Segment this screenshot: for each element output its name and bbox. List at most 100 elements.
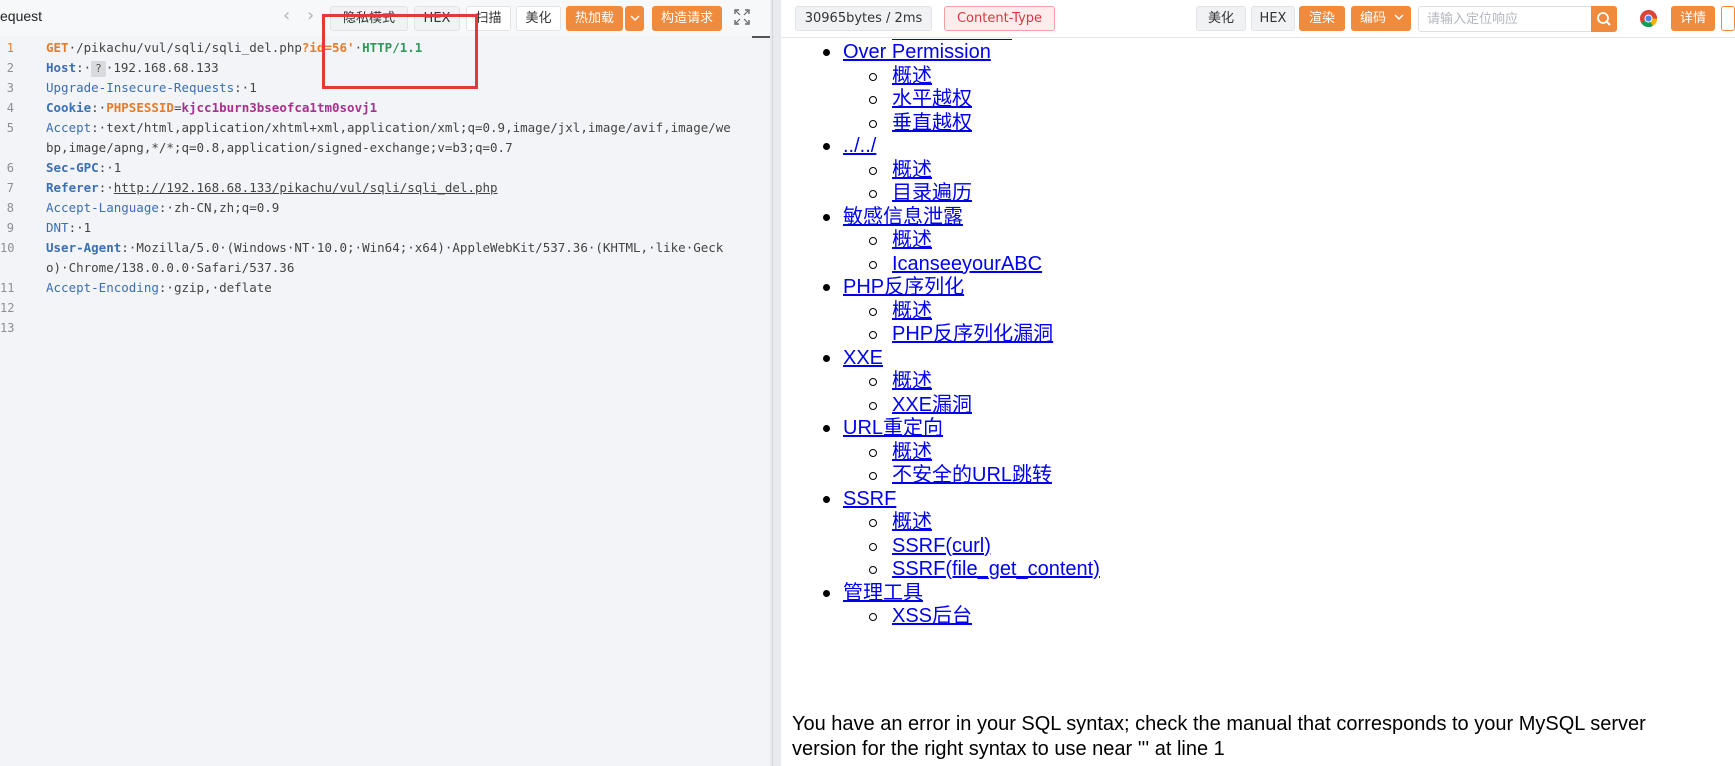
- bullet-dot: [823, 589, 830, 597]
- code-token: :·1: [98, 160, 122, 175]
- code-token: Accept-Encoding: [46, 280, 159, 295]
- code-token: http://192.168.68.133/pikachu/vul/sqli/s…: [113, 180, 498, 195]
- code-token: :·: [76, 60, 92, 75]
- bullet-circle: [869, 166, 877, 175]
- code-token: Accept-Language: [46, 200, 159, 215]
- line-number: 4: [6, 101, 14, 115]
- submenu-link[interactable]: 目录遍历: [892, 181, 972, 205]
- line-number: 8: [6, 201, 14, 215]
- code-line[interactable]: 6 Sec-GPC:·1: [0, 158, 752, 178]
- bullet-circle: [869, 307, 877, 316]
- code-token: :·gzip,·deflate: [158, 280, 272, 295]
- locate-response-input[interactable]: [1418, 6, 1591, 32]
- chevron-right-icon[interactable]: ›: [307, 6, 314, 26]
- submenu-link[interactable]: SSRF(curl): [892, 534, 991, 558]
- code-line-text: User-Agent:·Mozilla/5.0·(Windows·NT·10.0…: [46, 238, 736, 278]
- bullet-dot: [823, 495, 830, 503]
- code-line[interactable]: 8 Accept-Language:·zh-CN,zh;q=0.9: [0, 198, 752, 218]
- line-number: 7: [6, 181, 14, 195]
- menu-link[interactable]: ../../: [843, 134, 876, 158]
- code-token: Sec-GPC: [46, 160, 99, 175]
- menu-link[interactable]: XXE: [843, 346, 883, 370]
- line-number: 3: [6, 81, 14, 95]
- code-line[interactable]: 10 User-Agent:·Mozilla/5.0·(Windows·NT·10…: [0, 238, 752, 278]
- code-line[interactable]: 13: [0, 318, 752, 338]
- code-line[interactable]: 5 Accept:·text/html,application/xhtml+xml…: [0, 118, 752, 158]
- submenu-link[interactable]: 垂直越权: [892, 111, 972, 135]
- code-token: DNT: [46, 220, 69, 235]
- code-token: :·text/html,application/xhtml+xml,applic…: [46, 120, 731, 155]
- code-token: Referer: [46, 180, 99, 195]
- menu-link[interactable]: URL重定向: [843, 416, 943, 440]
- chevron-left-icon[interactable]: ‹: [283, 6, 290, 26]
- submenu-link[interactable]: 概述: [892, 510, 932, 534]
- code-token: :·1: [234, 80, 257, 95]
- code-line[interactable]: 11 Accept-Encoding:·gzip,·deflate: [0, 278, 752, 298]
- build-request-button[interactable]: 构造请求: [652, 6, 722, 31]
- response-pane: 30965bytes / 2ms Content-Type 美化 HEX 渲染 …: [781, 0, 1735, 766]
- code-line[interactable]: 7 Referer:·http://192.168.68.133/pikachu/…: [0, 178, 752, 198]
- search-button[interactable]: [1591, 6, 1617, 32]
- bullet-circle: [869, 378, 877, 386]
- submenu-link[interactable]: XSS后台: [892, 604, 972, 628]
- code-token: :·: [91, 100, 107, 115]
- submenu-link[interactable]: SSRF(file_get_content): [892, 557, 1100, 581]
- render-button[interactable]: 渲染: [1299, 6, 1345, 31]
- menu-link[interactable]: 管理工具: [843, 581, 923, 605]
- code-token: :·zh-CN,zh;q=0.9: [158, 200, 280, 215]
- code-line[interactable]: 4 Cookie:·PHPSESSID=kjcc1burn3bseofca1tm0…: [0, 98, 752, 118]
- submenu-link[interactable]: 概述: [892, 369, 932, 393]
- details-button[interactable]: 详情: [1671, 6, 1715, 31]
- encode-dropdown[interactable]: 编码: [1351, 6, 1411, 31]
- submenu-link[interactable]: PHP反序列化漏洞: [892, 322, 1053, 346]
- bullet-dot: [823, 284, 830, 291]
- submenu-link[interactable]: 概述: [892, 299, 932, 323]
- editor-scrollbar[interactable]: [752, 36, 770, 38]
- response-hex-button[interactable]: HEX: [1251, 6, 1295, 31]
- bullet-circle: [869, 448, 877, 457]
- bullet-dot: [823, 143, 830, 150]
- line-number: 2: [6, 61, 14, 75]
- submenu-link[interactable]: 不安全的URL跳转: [892, 463, 1052, 487]
- response-size-badge: 30965bytes / 2ms: [795, 6, 932, 31]
- chrome-icon[interactable]: [1639, 9, 1658, 28]
- code-token: kjcc1burn3bseofca1tm0sovj1: [181, 100, 378, 115]
- code-line[interactable]: 9 DNT:·1: [0, 218, 752, 238]
- hot-load-button[interactable]: 热加载: [566, 6, 623, 31]
- code-line[interactable]: 12: [0, 298, 752, 318]
- request-pane-title: equest: [0, 8, 43, 24]
- sql-error-message: You have an error in your SQL syntax; ch…: [792, 713, 1646, 760]
- submenu-link[interactable]: XXE漏洞: [892, 393, 972, 417]
- code-token: GET: [46, 40, 69, 55]
- bullet-circle: [869, 331, 877, 339]
- submenu-link[interactable]: IcanseeyourABC: [892, 252, 1042, 276]
- code-line-text: Accept-Encoding:·gzip,·deflate: [46, 278, 736, 298]
- code-token: Host: [46, 60, 77, 75]
- line-number: 5: [6, 121, 14, 135]
- menu-link[interactable]: Over Permission: [843, 40, 991, 64]
- submenu-link[interactable]: 概述: [892, 64, 932, 88]
- bullet-circle: [869, 190, 877, 198]
- submenu-link[interactable]: 水平越权: [892, 87, 972, 111]
- menu-link[interactable]: PHP反序列化: [843, 275, 964, 299]
- menu-link[interactable]: SSRF: [843, 487, 896, 511]
- more-button[interactable]: [1721, 6, 1735, 31]
- bullet-circle: [869, 72, 877, 81]
- help-hint-icon[interactable]: ?: [91, 61, 106, 77]
- submenu-link[interactable]: 概述: [892, 228, 932, 252]
- content-type-badge[interactable]: Content-Type: [944, 6, 1055, 31]
- menu-link[interactable]: 敏感信息泄露: [843, 205, 963, 229]
- code-token: User-Agent: [46, 240, 122, 255]
- line-number: 13: [0, 321, 15, 335]
- bullet-circle: [869, 613, 877, 621]
- beautify-button[interactable]: 美化: [516, 6, 561, 31]
- bullet-dot: [823, 425, 830, 432]
- hot-load-dropdown[interactable]: [625, 6, 644, 31]
- fullscreen-icon[interactable]: [733, 8, 751, 26]
- pane-splitter[interactable]: [770, 0, 781, 766]
- submenu-link[interactable]: 概述: [892, 440, 932, 464]
- submenu-link[interactable]: 概述: [892, 158, 932, 182]
- bullet-circle: [869, 401, 877, 410]
- response-toolbar: 30965bytes / 2ms Content-Type 美化 HEX 渲染 …: [781, 0, 1735, 38]
- response-beautify-button[interactable]: 美化: [1196, 6, 1246, 31]
